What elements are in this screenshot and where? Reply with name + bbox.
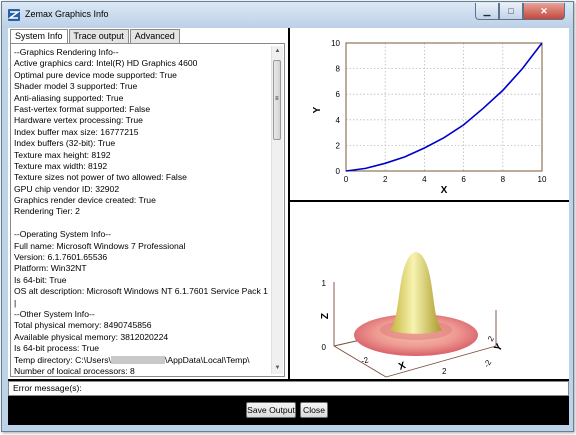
y-tick-label: 8 xyxy=(336,65,341,74)
info-line: Available physical memory: 3812020224 xyxy=(14,331,169,342)
x-axis-label: X xyxy=(397,360,407,373)
y-tick-2: 2 xyxy=(486,334,496,343)
minimize-icon: ▁ xyxy=(483,5,491,16)
system-info-text[interactable]: --Graphics Rendering Info-- Active graph… xyxy=(14,47,271,374)
system-info-panel: --Graphics Rendering Info-- Active graph… xyxy=(10,43,285,377)
info-line: GPU chip vendor ID: 32902 xyxy=(14,183,120,194)
title-bar[interactable]: Zemax Graphics Info ▁ □ ✕ xyxy=(2,2,573,28)
z-tick-0: 0 xyxy=(322,343,327,352)
info-line: Hardware vertex processing: True xyxy=(14,115,143,126)
button-bar: Save Output Close xyxy=(8,396,569,425)
info-line: Fast-vertex format supported: False xyxy=(14,103,151,114)
scroll-thumb[interactable]: ≡ xyxy=(273,60,281,140)
y-tick-label: 0 xyxy=(336,167,341,176)
surface-peak xyxy=(390,252,442,334)
y-tick-label: 10 xyxy=(331,39,340,48)
temp-dir-prefix: Temp directory: C:\Users\ xyxy=(14,354,111,365)
info-line: OS alt description: Microsoft Windows NT… xyxy=(14,286,268,297)
x-tick-label: 8 xyxy=(501,175,506,184)
y-tick-label: 4 xyxy=(336,116,341,125)
surface-plot-panel: 1 0 Z -2 2 X -2 2 Y xyxy=(290,202,569,379)
x-tick-label: 6 xyxy=(461,175,466,184)
info-pane: System Info Trace output Advanced --Grap… xyxy=(8,28,288,379)
save-output-button[interactable]: Save Output xyxy=(246,402,296,418)
info-line: Optimal pure device mode supported: True xyxy=(14,69,177,80)
y-axis-label: Y xyxy=(312,106,323,113)
x-ticks: 0 2 4 6 8 10 xyxy=(344,175,547,184)
tab-strip: System Info Trace output Advanced xyxy=(10,29,181,44)
info-line: Platform: Win32NT xyxy=(14,263,87,274)
surface-plot: 1 0 Z -2 2 X -2 2 Y xyxy=(320,252,505,378)
x-axis-label: X xyxy=(441,185,448,196)
info-line: Is 64-bit process: True xyxy=(14,343,100,354)
info-line: Shader model 3 supported: True xyxy=(14,81,138,92)
maximize-button[interactable]: □ xyxy=(499,3,523,20)
window-title: Zemax Graphics Info xyxy=(25,9,109,19)
temp-dir-suffix: \AppData\Local\Temp\ xyxy=(164,354,250,365)
x-tick-neg2: -2 xyxy=(360,355,370,366)
info-line: Index buffers (32-bit): True xyxy=(14,138,116,149)
text-cursor: | xyxy=(14,297,17,308)
maximize-icon: □ xyxy=(508,6,514,16)
info-line: Texture max height: 8192 xyxy=(14,149,111,160)
scroll-down-icon[interactable]: ▼ xyxy=(272,363,283,374)
app-icon xyxy=(8,9,20,21)
info-line: --Other System Info-- xyxy=(14,308,95,319)
line-plot: 0 2 4 6 8 10 0 2 4 6 8 10 X Y xyxy=(312,39,547,196)
info-line: --Operating System Info-- xyxy=(14,229,111,240)
info-line: Graphics render device created: True xyxy=(14,195,156,206)
info-line: Texture max width: 8192 xyxy=(14,160,108,171)
info-line: Version: 6.1.7601.65536 xyxy=(14,252,108,263)
z-tick-1: 1 xyxy=(322,279,327,288)
client-area: System Info Trace output Advanced --Grap… xyxy=(8,28,569,425)
plot-frame xyxy=(345,42,543,172)
x-tick-label: 2 xyxy=(383,175,388,184)
info-line: Active graphics card: Intel(R) HD Graphi… xyxy=(14,58,198,69)
scroll-up-icon[interactable]: ▲ xyxy=(272,46,283,57)
z-axis-label: Z xyxy=(320,313,331,319)
y-axis-label: Y xyxy=(492,342,505,354)
error-label: Error message(s): xyxy=(13,383,82,393)
tab-trace-output[interactable]: Trace output xyxy=(68,29,129,43)
app-window: Zemax Graphics Info ▁ □ ✕ System Info Tr… xyxy=(1,1,574,432)
info-line: Anti-aliasing supported: True xyxy=(14,92,124,103)
x-tick-2: 2 xyxy=(442,367,447,376)
close-button[interactable]: Close xyxy=(300,402,328,418)
minimize-button[interactable]: ▁ xyxy=(475,3,499,20)
info-line: Rendering Tier: 2 xyxy=(14,206,80,217)
info-line-temp-dir: Temp directory: C:\Users\ \AppData\Local\… xyxy=(14,355,271,366)
plot-grid xyxy=(346,43,542,171)
tab-system-info[interactable]: System Info xyxy=(10,29,68,44)
data-line xyxy=(345,42,543,172)
close-window-button[interactable]: ✕ xyxy=(523,3,565,20)
info-line: Total physical memory: 8490745856 xyxy=(14,320,152,331)
grip-icon: ≡ xyxy=(275,96,279,102)
y-tick-neg2: -2 xyxy=(482,358,494,369)
redacted-username xyxy=(110,355,165,364)
caption-buttons: ▁ □ ✕ xyxy=(475,3,565,21)
info-line: Is 64-bit: True xyxy=(14,274,67,285)
vertical-scrollbar[interactable]: ▲ ≡ ▼ xyxy=(271,46,283,374)
y-tick-label: 2 xyxy=(336,141,341,150)
info-line: Index buffer max size: 16777215 xyxy=(14,126,139,137)
y-tick-label: 6 xyxy=(336,90,341,99)
info-line: Number of logical processors: 8 xyxy=(14,365,135,374)
x-tick-label: 10 xyxy=(538,175,547,184)
info-line xyxy=(14,218,271,229)
error-message-field[interactable]: Error message(s): xyxy=(8,381,569,396)
tab-advanced[interactable]: Advanced xyxy=(129,29,180,43)
info-line: Full name: Microsoft Windows 7 Professio… xyxy=(14,240,186,251)
x-tick-label: 0 xyxy=(344,175,349,184)
y-ticks: 0 2 4 6 8 10 xyxy=(331,39,340,176)
x-tick-label: 4 xyxy=(422,175,427,184)
info-line: Texture sizes not power of two allowed: … xyxy=(14,172,187,183)
close-icon: ✕ xyxy=(540,5,548,16)
line-plot-panel: 0 2 4 6 8 10 0 2 4 6 8 10 X Y xyxy=(290,28,569,200)
info-line: --Graphics Rendering Info-- xyxy=(14,47,119,57)
